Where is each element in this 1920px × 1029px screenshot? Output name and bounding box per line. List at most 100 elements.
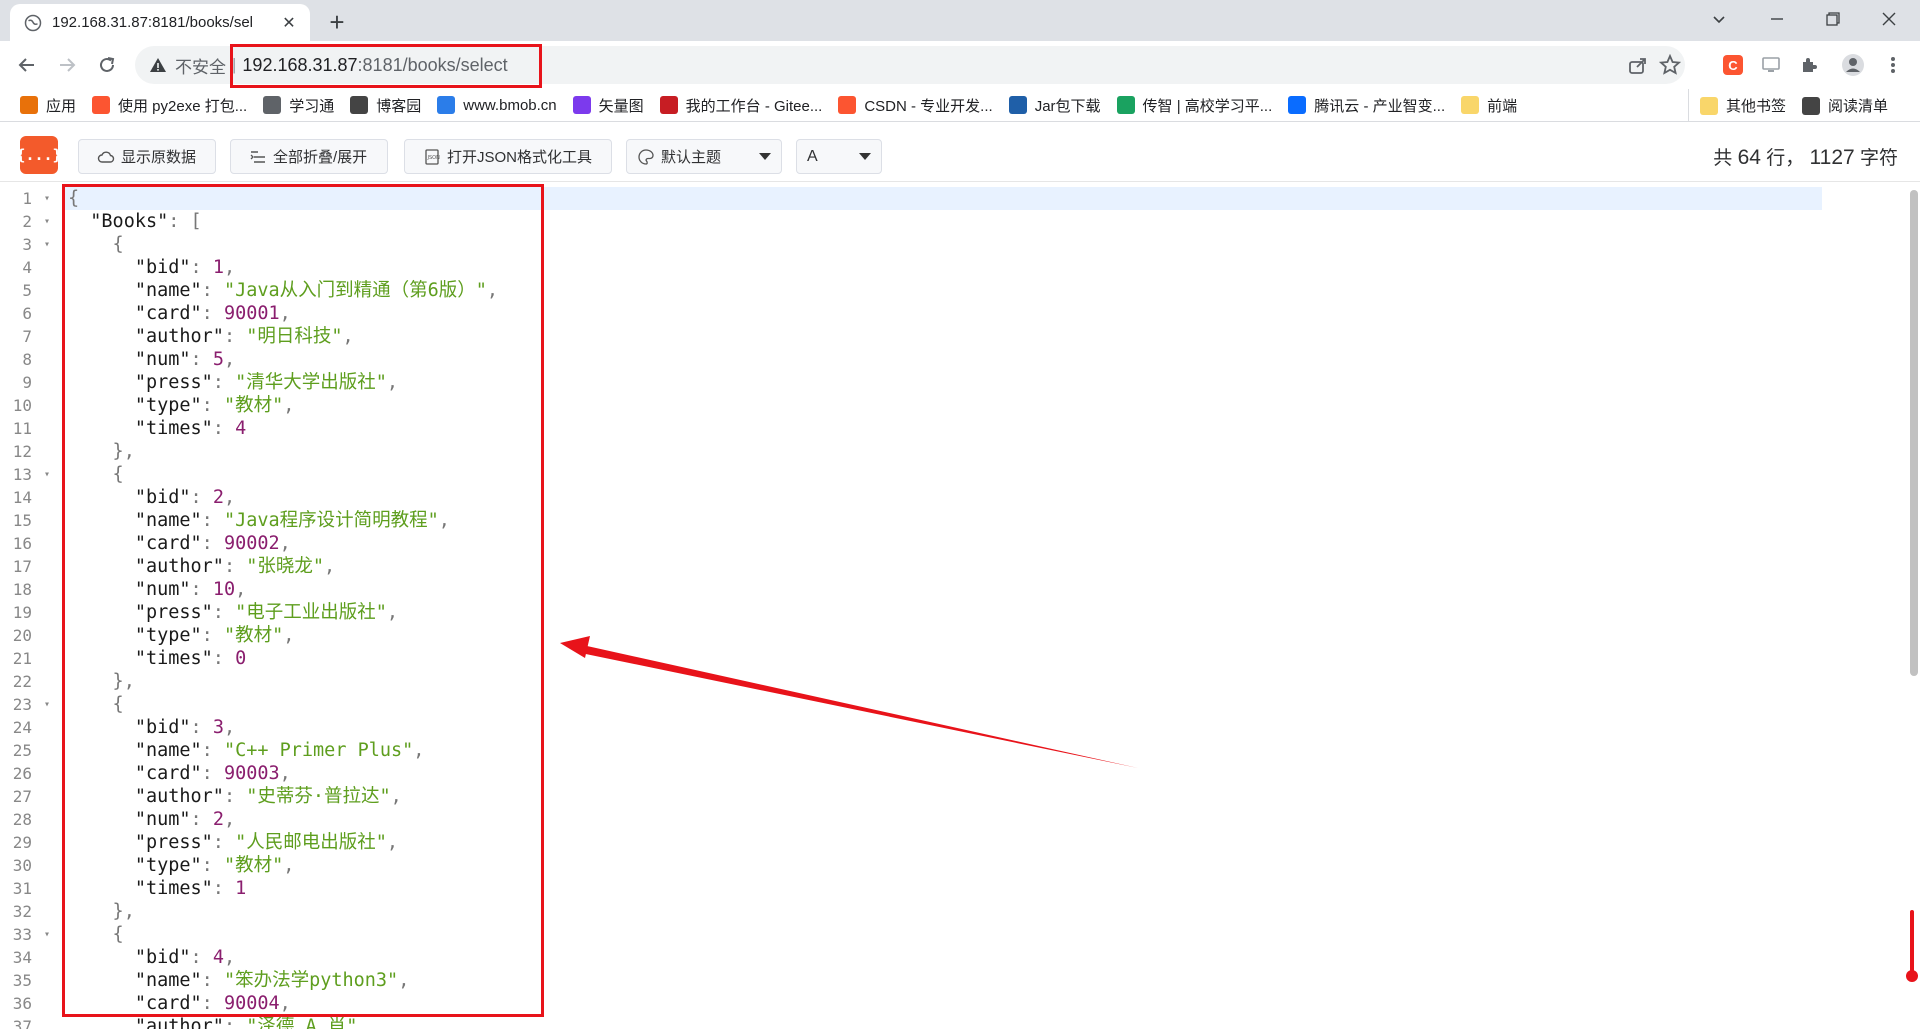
line-number: 31 — [0, 877, 62, 900]
bookmark-item-7[interactable]: CSDN - 专业开发... — [838, 95, 993, 116]
font-select[interactable]: A — [796, 139, 882, 174]
line-number: 36 — [0, 992, 62, 1015]
bookmark-item-11[interactable]: 前端 — [1461, 95, 1517, 116]
bookmark-label: 使用 py2exe 打包... — [118, 97, 248, 115]
line-number-text: 16 — [12, 534, 32, 553]
screen-capture-extension-button[interactable] — [1756, 50, 1786, 80]
theme-select[interactable]: 默认主题 — [626, 139, 782, 174]
tab-search-chevron-icon[interactable] — [1692, 0, 1746, 38]
share-icon[interactable] — [1627, 54, 1649, 76]
browser-tab[interactable]: 192.168.31.87:8181/books/sel ✕ — [10, 4, 310, 41]
avatar-icon — [1842, 54, 1864, 76]
fold-list-icon — [250, 150, 265, 163]
stats-char-count: 1127 — [1809, 146, 1855, 169]
globe-icon — [263, 96, 282, 114]
back-button[interactable] — [12, 50, 42, 80]
bookmark-label: 我的工作台 - Gitee... — [685, 97, 823, 115]
bookmark-label: 学习通 — [289, 97, 335, 115]
bookmarks-bar: 应用 使用 py2exe 打包... 学习通 博客园 www.bmob.cn 矢量图 我的工… — [0, 89, 1920, 122]
line-number: 13 ▾ — [0, 463, 62, 486]
bookmark-item-0[interactable]: 应用 — [20, 95, 76, 116]
gitee-icon — [659, 96, 678, 114]
json-string: "泽德 A.肖" — [246, 1016, 358, 1029]
bookmark-item-1[interactable]: 使用 py2exe 打包... — [92, 95, 247, 116]
bookmark-item-9[interactable]: 传智 | 高校学习平... — [1116, 95, 1272, 116]
forward-button[interactable] — [52, 50, 82, 80]
bookmark-item-10[interactable]: 腾讯云 - 产业智变... — [1288, 95, 1445, 116]
chevron-down-icon — [759, 153, 771, 160]
tencent-cloud-icon — [1288, 96, 1307, 114]
json-viewer-toolbar: {...} 显示原数据 全部折叠/展开 JSON 打开JSON格式化工具 默认主… — [0, 129, 1920, 182]
line-number: 23 ▾ — [0, 693, 62, 716]
monitor-icon — [1762, 57, 1780, 72]
line-number-gutter: 1 ▾ 2 ▾ 3 ▾ 4 5 6 7 8 9 10 11 12 13 ▾ 14 15 16 17 18 19 20 21 22 2… — [0, 187, 62, 1029]
minimize-button[interactable] — [1750, 0, 1804, 38]
line-number-text: 34 — [12, 948, 32, 967]
line-number-text: 13 — [12, 465, 32, 484]
line-number-text: 6 — [22, 304, 32, 323]
line-number-text: 5 — [22, 281, 32, 300]
line-number-text: 31 — [12, 879, 32, 898]
fold-toggle-icon[interactable]: ▾ — [44, 233, 50, 256]
bookmark-item-6[interactable]: 我的工作台 - Gitee... — [659, 95, 823, 116]
line-number: 29 — [0, 831, 62, 854]
line-number: 27 — [0, 785, 62, 808]
bookmark-label: 矢量图 — [598, 97, 644, 115]
iconfont-icon — [572, 96, 591, 114]
line-number-text: 32 — [12, 902, 32, 921]
bookmarks-right-list: 其他书签 阅读清单 — [1700, 89, 1904, 122]
bookmark-right-0[interactable]: 其他书签 — [1700, 95, 1786, 116]
fold-toggle-icon[interactable]: ▾ — [44, 187, 50, 210]
tab-strip: 192.168.31.87:8181/books/sel ✕ + — [0, 0, 1920, 41]
line-number: 17 — [0, 555, 62, 578]
profile-button[interactable] — [1838, 50, 1868, 80]
fold-toggle-icon[interactable]: ▾ — [44, 210, 50, 233]
show-raw-data-button[interactable]: 显示原数据 — [78, 139, 216, 174]
open-json-formatter-label: 打开JSON格式化工具 — [447, 149, 593, 166]
line-number-text: 26 — [12, 764, 32, 783]
tab-close-icon[interactable]: ✕ — [278, 12, 300, 34]
open-json-formatter-button[interactable]: JSON 打开JSON格式化工具 — [404, 139, 612, 174]
bookmark-item-3[interactable]: 博客园 — [350, 95, 421, 116]
fold-expand-all-button[interactable]: 全部折叠/展开 — [230, 139, 388, 174]
vertical-scrollbar-thumb[interactable] — [1910, 190, 1918, 676]
extensions-button[interactable] — [1794, 50, 1824, 80]
fold-toggle-icon[interactable]: ▾ — [44, 693, 50, 716]
fold-toggle-icon[interactable]: ▾ — [44, 923, 50, 946]
palette-icon — [638, 148, 654, 165]
line-number: 25 — [0, 739, 62, 762]
line-number: 18 — [0, 578, 62, 601]
line-number-text: 22 — [12, 672, 32, 691]
folder-icon — [1461, 96, 1480, 114]
json-viewer-logo[interactable]: {...} — [16, 136, 62, 174]
line-number-text: 37 — [12, 1017, 32, 1029]
close-window-button[interactable] — [1862, 0, 1916, 38]
security-status[interactable]: 不安全 — [175, 53, 226, 78]
csdn-extension-button[interactable]: C — [1718, 50, 1748, 80]
bookmark-item-2[interactable]: 学习通 — [263, 95, 334, 116]
line-number-text: 17 — [12, 557, 32, 576]
fold-toggle-icon[interactable]: ▾ — [44, 463, 50, 486]
line-number-text: 36 — [12, 994, 32, 1013]
bookmark-star-icon[interactable] — [1659, 54, 1681, 76]
cnblogs-icon — [350, 96, 369, 114]
json-stats: 共 64 行， 1127 字符 — [1713, 143, 1898, 170]
line-number: 28 — [0, 808, 62, 831]
line-number: 6 — [0, 302, 62, 325]
reload-button[interactable] — [92, 50, 122, 80]
restore-button[interactable] — [1806, 0, 1860, 38]
new-tab-button[interactable]: + — [323, 7, 351, 37]
show-raw-data-label: 显示原数据 — [121, 149, 197, 166]
cloud-icon — [97, 151, 115, 163]
bookmark-label: CSDN - 专业开发... — [864, 97, 993, 115]
line-number-text: 24 — [12, 718, 32, 737]
bookmark-item-8[interactable]: Jar包下载 — [1008, 95, 1101, 116]
line-number: 26 — [0, 762, 62, 785]
line-number-text: 20 — [12, 626, 32, 645]
bookmark-right-1[interactable]: 阅读清单 — [1802, 95, 1888, 116]
menu-button[interactable] — [1878, 50, 1908, 80]
bookmark-item-4[interactable]: www.bmob.cn — [437, 96, 557, 114]
line-number: 7 — [0, 325, 62, 348]
line-number-text: 2 — [22, 212, 32, 231]
bookmark-item-5[interactable]: 矢量图 — [572, 95, 644, 116]
